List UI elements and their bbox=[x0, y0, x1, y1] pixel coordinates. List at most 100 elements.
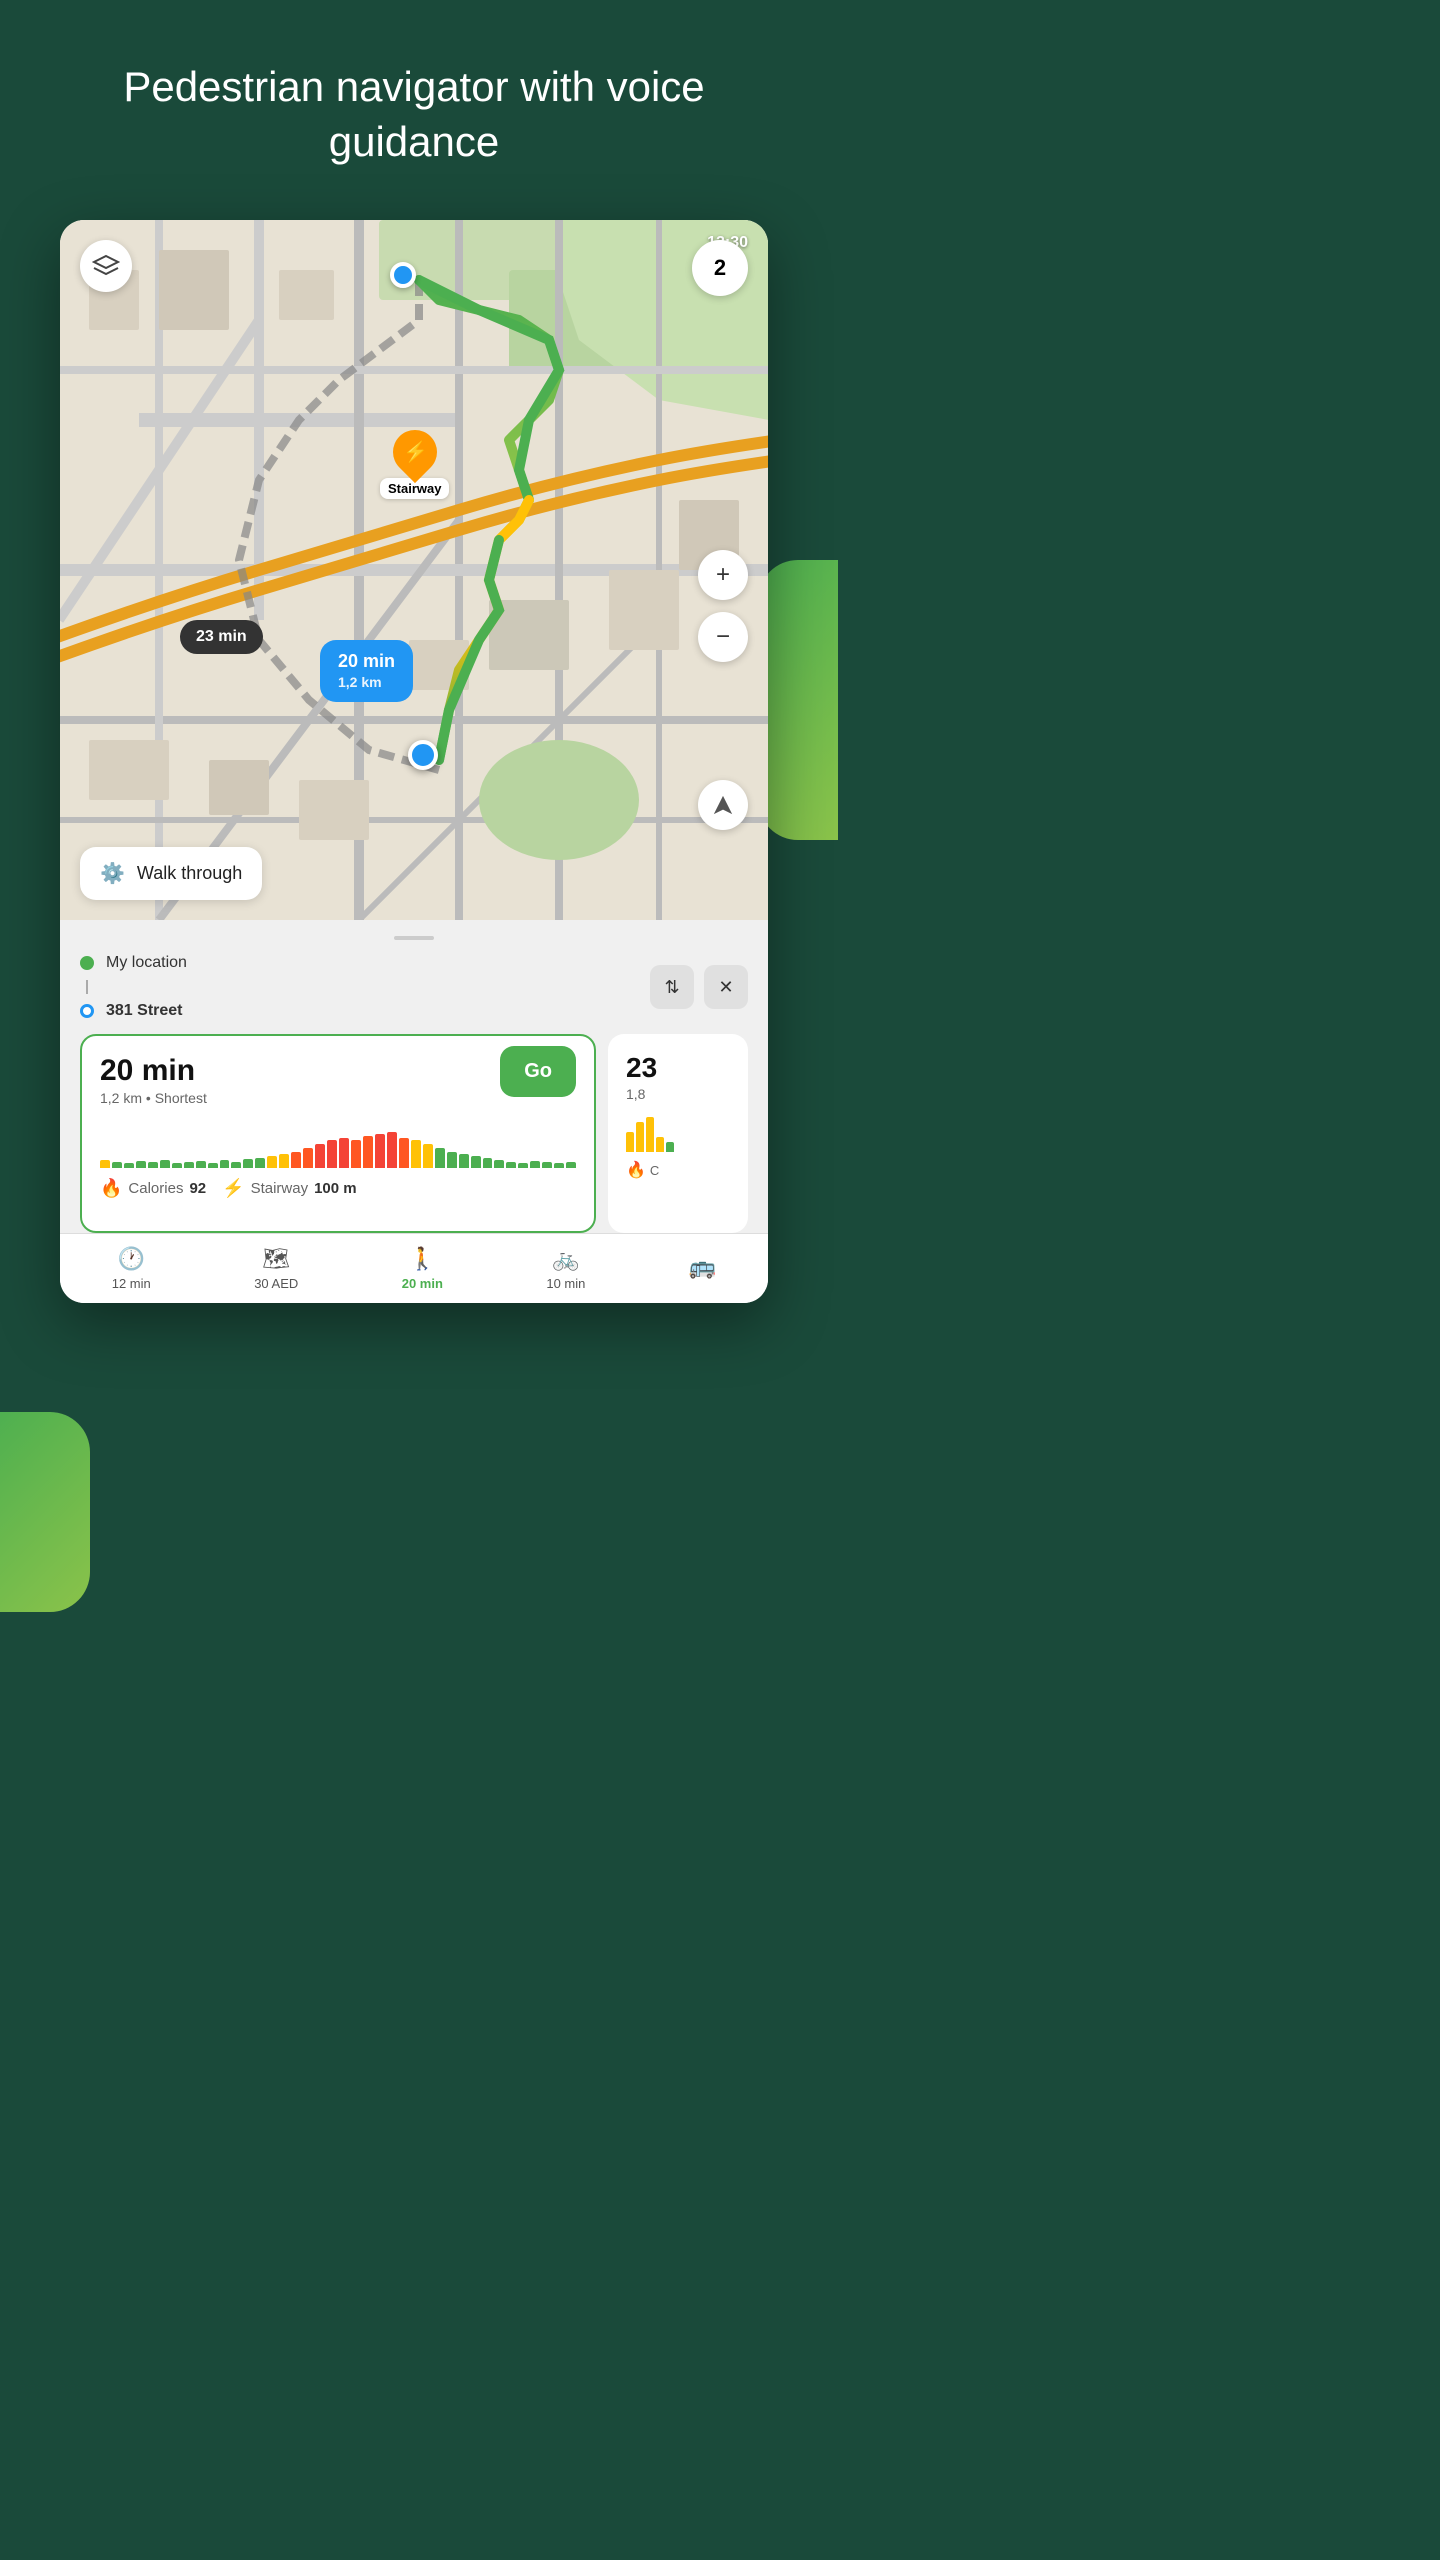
elevation-bar bbox=[124, 1163, 134, 1168]
tab-taxi-label: 30 AED bbox=[254, 1276, 298, 1291]
tab-bike-label: 10 min bbox=[546, 1276, 585, 1291]
elevation-bar bbox=[184, 1162, 194, 1168]
elevation-bar bbox=[136, 1161, 146, 1168]
drag-handle[interactable] bbox=[394, 936, 434, 940]
route-current-dot bbox=[408, 740, 438, 770]
elevation-bar bbox=[100, 1160, 110, 1168]
tab-transit[interactable]: 🚌 bbox=[689, 1254, 716, 1284]
alt-route-time: 23 bbox=[626, 1052, 730, 1084]
elevation-bar bbox=[291, 1152, 301, 1168]
alt-calories-icon: 🔥 bbox=[626, 1160, 646, 1180]
alt-calories-label: C bbox=[650, 1163, 659, 1178]
origin-label: My location bbox=[106, 954, 187, 972]
bike-icon: 🚲 bbox=[552, 1246, 579, 1272]
walk-through-label: Walk through bbox=[137, 863, 242, 884]
filter-icon: ⚙️ bbox=[100, 861, 125, 886]
hero-title: Pedestrian navigator with voice guidance bbox=[0, 0, 828, 209]
primary-route-time: 20 min bbox=[100, 1054, 207, 1088]
taxi-icon: 🗺 bbox=[262, 1246, 290, 1272]
car-icon: 🕐 bbox=[118, 1246, 145, 1272]
tab-walk-label: 20 min bbox=[402, 1276, 443, 1291]
elevation-bar bbox=[375, 1134, 385, 1168]
elevation-bar bbox=[387, 1132, 397, 1168]
elevation-bar bbox=[315, 1144, 325, 1168]
origin-item[interactable]: My location bbox=[80, 954, 187, 972]
alt-elevation-chart bbox=[626, 1112, 730, 1152]
elevation-bar bbox=[172, 1163, 182, 1168]
elevation-bar bbox=[255, 1158, 265, 1168]
location-actions: ⇅ ✕ bbox=[650, 965, 748, 1009]
zoom-in-button[interactable]: + bbox=[698, 550, 748, 600]
stairway-pin: ⚡ bbox=[384, 421, 446, 483]
elevation-bar bbox=[160, 1160, 170, 1168]
elevation-bar bbox=[196, 1161, 206, 1168]
calories-label: Calories bbox=[128, 1180, 183, 1197]
destination-dot bbox=[80, 1004, 94, 1018]
primary-route-card[interactable]: 20 min 1,2 km • Shortest Go 🔥 Calories 9… bbox=[80, 1034, 596, 1233]
route-start-dot bbox=[390, 262, 416, 288]
elevation-bar bbox=[267, 1156, 277, 1168]
route-primary-time-bubble[interactable]: 20 min 1,2 km bbox=[320, 640, 413, 702]
zoom-out-button[interactable]: − bbox=[698, 612, 748, 662]
phone-card: 12:30 2 + − bbox=[60, 220, 768, 1303]
elevation-bar bbox=[148, 1162, 158, 1168]
route-number-badge[interactable]: 2 bbox=[692, 240, 748, 296]
elevation-bar bbox=[112, 1162, 122, 1168]
route-cards: 20 min 1,2 km • Shortest Go 🔥 Calories 9… bbox=[80, 1034, 748, 1233]
tab-walk[interactable]: 🚶 20 min bbox=[402, 1246, 443, 1291]
route-stats: 🔥 Calories 92 ⚡ Stairway 100 m bbox=[100, 1178, 576, 1213]
destination-item[interactable]: 381 Street bbox=[80, 1002, 187, 1020]
elevation-bar bbox=[530, 1161, 540, 1168]
location-list: My location 381 Street bbox=[80, 954, 187, 1020]
close-route-button[interactable]: ✕ bbox=[704, 965, 748, 1009]
walk-tab-icon: 🚶 bbox=[409, 1246, 436, 1272]
layers-button[interactable] bbox=[80, 240, 132, 292]
stairway-marker[interactable]: ⚡ Stairway bbox=[380, 430, 449, 499]
elevation-bar bbox=[411, 1140, 421, 1168]
bottom-panel: My location 381 Street ⇅ ✕ 20 min bbox=[60, 920, 768, 1233]
stairway-icon: ⚡ bbox=[222, 1178, 244, 1199]
origin-dot bbox=[80, 956, 94, 970]
elevation-chart bbox=[100, 1118, 576, 1168]
map-area[interactable]: 12:30 2 + − bbox=[60, 220, 768, 920]
primary-route-sub: 1,2 km • Shortest bbox=[100, 1090, 207, 1106]
elevation-bar bbox=[351, 1140, 361, 1168]
elevation-bar bbox=[231, 1162, 241, 1168]
elevation-bar bbox=[566, 1162, 576, 1168]
elevation-bar bbox=[554, 1163, 564, 1168]
bottom-tab-bar: 🕐 12 min 🗺 30 AED 🚶 20 min 🚲 10 min 🚌 bbox=[60, 1233, 768, 1303]
elevation-bar bbox=[494, 1160, 504, 1168]
calories-stat: 🔥 Calories 92 bbox=[100, 1178, 206, 1199]
elevation-bar bbox=[399, 1138, 409, 1168]
tab-car[interactable]: 🕐 12 min bbox=[112, 1246, 151, 1291]
elevation-bar bbox=[220, 1160, 230, 1168]
tab-bike[interactable]: 🚲 10 min bbox=[546, 1246, 585, 1291]
tab-taxi[interactable]: 🗺 30 AED bbox=[254, 1246, 298, 1291]
elevation-bar bbox=[279, 1154, 289, 1168]
alt-route-sub: 1,8 bbox=[626, 1086, 730, 1102]
stairway-label: Stairway bbox=[251, 1180, 309, 1197]
swap-route-button[interactable]: ⇅ bbox=[650, 965, 694, 1009]
map-svg bbox=[60, 220, 768, 920]
wave-right-decoration bbox=[758, 560, 838, 840]
elevation-bar bbox=[327, 1140, 337, 1168]
navigation-icon bbox=[712, 794, 734, 816]
elevation-bar bbox=[506, 1162, 516, 1168]
elevation-bar bbox=[435, 1148, 445, 1168]
elevation-bar bbox=[447, 1152, 457, 1168]
elevation-bar bbox=[303, 1148, 313, 1168]
walk-through-button[interactable]: ⚙️ Walk through bbox=[80, 847, 262, 900]
route-alt-time-bubble[interactable]: 23 min bbox=[180, 620, 263, 654]
elevation-bar bbox=[471, 1156, 481, 1168]
layers-icon bbox=[92, 254, 120, 278]
location-connector bbox=[86, 980, 88, 994]
navigation-button[interactable] bbox=[698, 780, 748, 830]
wave-bottom-decoration bbox=[0, 1412, 90, 1612]
elevation-bar bbox=[518, 1163, 528, 1168]
elevation-bar bbox=[423, 1144, 433, 1168]
stairway-value: 100 m bbox=[314, 1180, 357, 1197]
alt-route-card[interactable]: 23 1,8 🔥 C bbox=[608, 1034, 748, 1233]
calories-icon: 🔥 bbox=[100, 1178, 122, 1199]
stairway-stat: ⚡ Stairway 100 m bbox=[222, 1178, 357, 1199]
go-button[interactable]: Go bbox=[500, 1046, 576, 1097]
